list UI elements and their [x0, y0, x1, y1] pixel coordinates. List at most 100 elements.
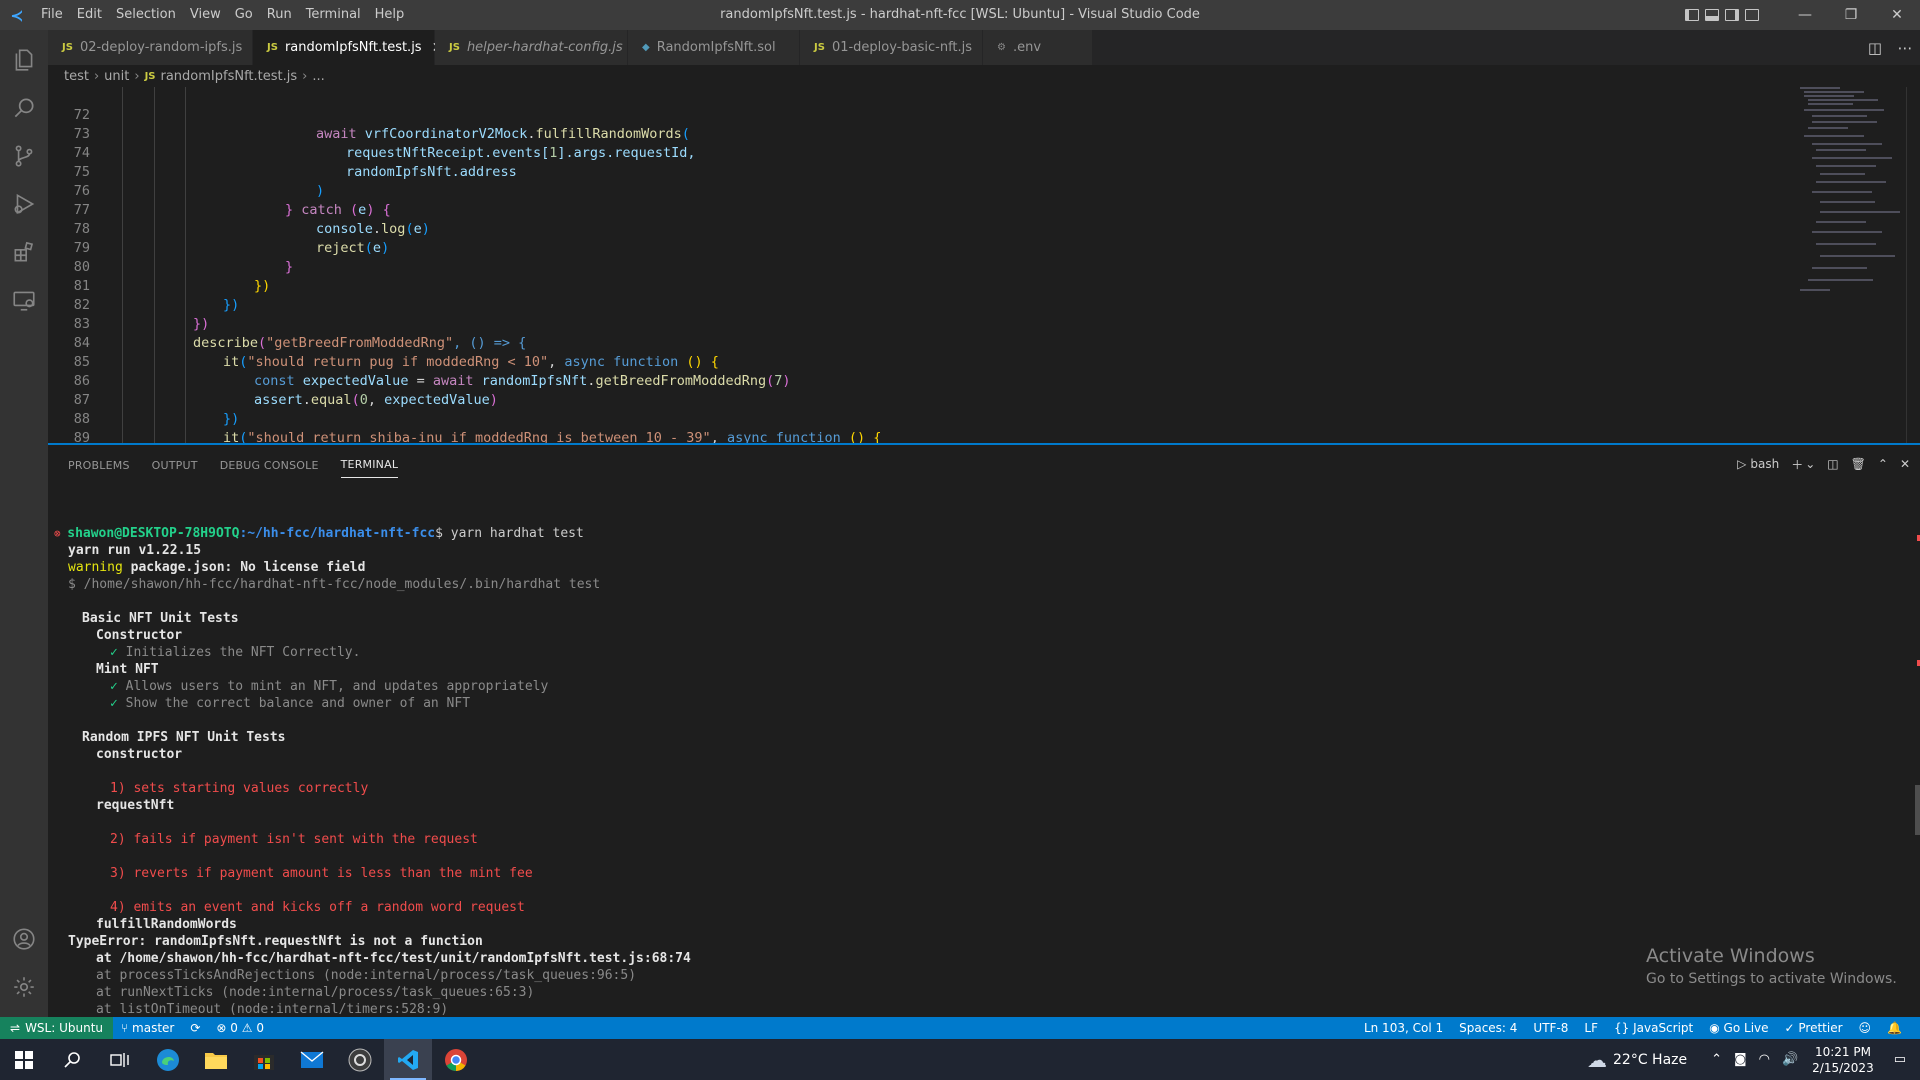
tab-02-deploy-random-ipfs[interactable]: JS 02-deploy-random-ipfs.js — [48, 30, 253, 65]
prettier-button[interactable]: ✓ Prettier — [1777, 1021, 1851, 1035]
explorer-icon[interactable] — [0, 36, 48, 84]
feedback-icon[interactable]: ☺ — [1851, 1021, 1880, 1035]
branch-indicator[interactable]: ⑂ master — [113, 1021, 182, 1035]
minimap[interactable] — [1792, 87, 1904, 297]
accounts-icon[interactable] — [0, 915, 48, 963]
prompt-command: $ yarn hardhat test — [435, 526, 584, 541]
restore-icon[interactable]: ❐ — [1828, 0, 1874, 30]
system-tray: ☁ 22°C Haze ⌃ ◙ ◠ 🔊 10:21 PM 2/15/2023 ▭ — [1581, 1039, 1920, 1080]
chevron-up-icon[interactable]: ⌃ — [1711, 1052, 1722, 1067]
network-wifi-icon[interactable]: ◠ — [1759, 1052, 1770, 1067]
editor-scrollbar[interactable] — [1906, 87, 1920, 443]
notifications-bell-icon[interactable]: 🔔 — [1879, 1021, 1910, 1035]
breadcrumb-symbol[interactable]: ... — [312, 69, 324, 84]
weather-text[interactable]: 22°C Haze — [1613, 1052, 1687, 1068]
code-editor[interactable]: 72 await vrfCoordinatorV2Mock.fulfillRan… — [48, 87, 1920, 443]
tab-label: 02-deploy-random-ipfs.js — [79, 40, 243, 55]
panel-tab-debug-console[interactable]: DEBUG CONSOLE — [220, 451, 319, 478]
split-editor-icon[interactable]: ◫ — [1860, 39, 1890, 57]
sync-icon[interactable]: ⟳ — [182, 1021, 208, 1035]
cursor-position[interactable]: Ln 103, Col 1 — [1356, 1021, 1451, 1035]
problems-indicator[interactable]: ⊗ 0 ⚠ 0 — [208, 1021, 272, 1035]
encoding[interactable]: UTF-8 — [1525, 1021, 1576, 1035]
customize-layout-icon[interactable] — [1742, 0, 1762, 30]
scroll-thumb[interactable] — [1915, 785, 1920, 835]
menu-edit[interactable]: Edit — [70, 0, 109, 30]
terminal-scrollbar[interactable] — [1910, 485, 1920, 1017]
remote-indicator[interactable]: ⇌ WSL: Ubuntu — [0, 1017, 114, 1039]
settings-gear-icon[interactable] — [0, 963, 48, 1011]
menu-help[interactable]: Help — [368, 0, 412, 30]
menu-view[interactable]: View — [183, 0, 228, 30]
panel-tab-problems[interactable]: PROBLEMS — [68, 451, 130, 478]
tab-randomipfsnft-test[interactable]: JS randomIpfsNft.test.js ✕ — [253, 30, 443, 65]
menu-selection[interactable]: Selection — [109, 0, 183, 30]
tab-01-deploy-basic-nft[interactable]: JS 01-deploy-basic-nft.js — [800, 30, 983, 65]
go-live-button[interactable]: ◉ Go Live — [1701, 1021, 1776, 1035]
menu-go[interactable]: Go — [228, 0, 260, 30]
weather-cloud-icon[interactable]: ☁ — [1587, 1048, 1607, 1072]
indentation[interactable]: Spaces: 4 — [1451, 1021, 1525, 1035]
terminal-icon: ▷ — [1737, 457, 1747, 471]
meet-now-icon[interactable]: ◙ — [1734, 1052, 1747, 1067]
breadcrumb-file[interactable]: randomIpfsNft.test.js — [161, 69, 298, 84]
new-terminal-icon[interactable]: ＋ — [1791, 456, 1803, 473]
activate-windows-watermark: Activate Windows Go to Settings to activ… — [1646, 945, 1920, 987]
menu-run[interactable]: Run — [260, 0, 299, 30]
language-mode[interactable]: {} JavaScript — [1606, 1021, 1701, 1035]
prettier-label: Prettier — [1798, 1021, 1843, 1035]
end-of-line[interactable]: LF — [1576, 1021, 1606, 1035]
code-line: 90 assert.equal(1, expectedValue) — [48, 429, 1788, 443]
tab-env[interactable]: ⚙ .env — [983, 30, 1093, 65]
clock[interactable]: 10:21 PM 2/15/2023 — [1812, 1044, 1874, 1076]
search-icon[interactable] — [0, 84, 48, 132]
more-actions-icon[interactable]: ⋯ — [1890, 39, 1920, 57]
toggle-secondary-sidebar-icon[interactable] — [1722, 0, 1742, 30]
windows-start-icon[interactable] — [0, 1039, 48, 1080]
toggle-panel-icon[interactable] — [1702, 0, 1722, 30]
chrome-icon[interactable] — [432, 1039, 480, 1080]
terminal-line: TypeError: randomIpfsNft.requestNft is n… — [68, 934, 483, 949]
taskbar-search-icon[interactable] — [48, 1039, 96, 1080]
breadcrumb-test[interactable]: test — [64, 69, 89, 84]
tab-randomipfsnft-sol[interactable]: ◆ RandomIpfsNft.sol — [628, 30, 800, 65]
breadcrumb-unit[interactable]: unit — [104, 69, 129, 84]
panel-tab-terminal[interactable]: TERMINAL — [340, 450, 399, 478]
vscode-taskbar-icon[interactable] — [384, 1039, 432, 1080]
notification-center-icon[interactable]: ▭ — [1894, 1052, 1906, 1067]
terminal-line: ✓ Allows users to mint an NFT, and updat… — [110, 678, 548, 695]
clock-date: 2/15/2023 — [1812, 1060, 1874, 1075]
file-explorer-icon[interactable] — [192, 1039, 240, 1080]
edge-browser-icon[interactable] — [144, 1039, 192, 1080]
terminal-shell-label[interactable]: bash — [1750, 457, 1779, 471]
obs-studio-icon[interactable] — [336, 1039, 384, 1080]
source-control-icon[interactable] — [0, 132, 48, 180]
run-debug-icon[interactable] — [0, 180, 48, 228]
tab-helper-hardhat-config[interactable]: JS helper-hardhat-config.js — [435, 30, 628, 65]
volume-icon[interactable]: 🔊 — [1782, 1052, 1798, 1067]
terminal-line: requestNft — [96, 798, 175, 813]
remote-explorer-icon[interactable] — [0, 276, 48, 324]
error-dot-icon: ⊗ — [54, 527, 68, 540]
extensions-icon[interactable] — [0, 228, 48, 276]
split-terminal-icon[interactable]: ◫ — [1827, 457, 1838, 471]
task-view-icon[interactable] — [96, 1039, 144, 1080]
chevron-down-icon[interactable]: ⌄ — [1805, 457, 1815, 471]
toggle-sidebar-icon[interactable] — [1682, 0, 1702, 30]
code-line: 80 }) — [48, 239, 1788, 294]
maximize-panel-icon[interactable]: ⌃ — [1878, 457, 1888, 471]
menu-file[interactable]: File — [34, 0, 70, 30]
vscode-logo-icon[interactable]: ≺ — [0, 0, 34, 30]
close-window-icon[interactable]: ✕ — [1874, 0, 1920, 30]
minimize-icon[interactable]: — — [1782, 0, 1828, 30]
menu-terminal[interactable]: Terminal — [299, 0, 368, 30]
code-line: 86 assert.equal(0, expectedValue) — [48, 353, 1788, 408]
mail-icon[interactable] — [288, 1039, 336, 1080]
chevron-right-icon: › — [134, 68, 140, 84]
code-line: 82 }) — [48, 277, 1788, 332]
panel-tab-output[interactable]: OUTPUT — [152, 451, 198, 478]
remote-icon: ⇌ — [10, 1021, 21, 1035]
microsoft-store-icon[interactable] — [240, 1039, 288, 1080]
trash-icon[interactable]: 🗑 — [1851, 457, 1866, 471]
close-panel-icon[interactable]: ✕ — [1900, 457, 1910, 471]
